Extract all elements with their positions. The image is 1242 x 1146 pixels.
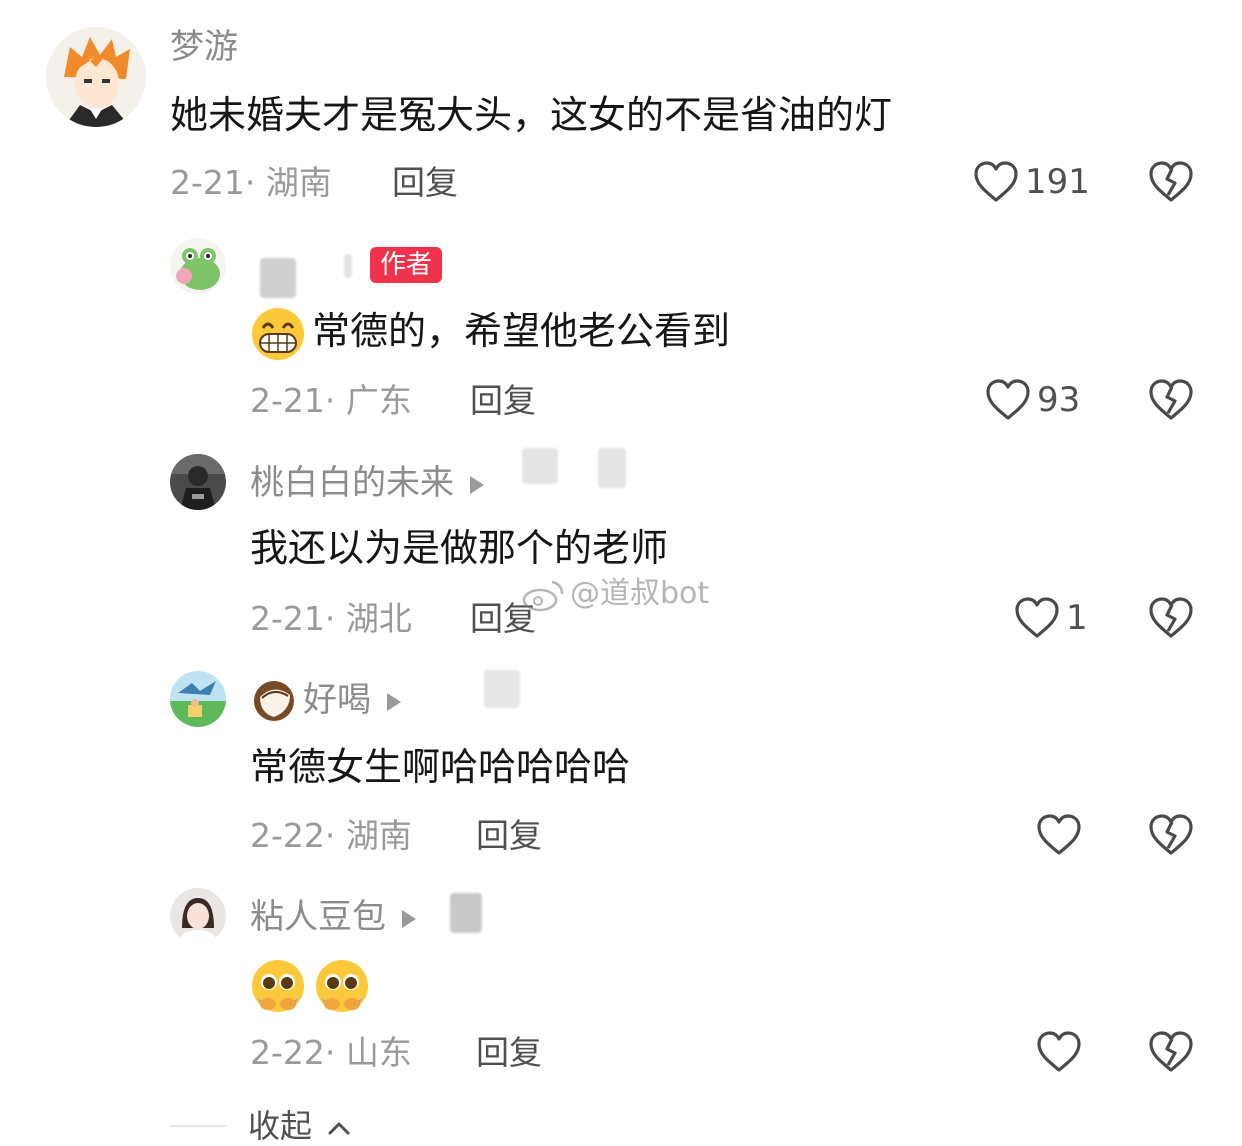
- broken-heart-icon: [1149, 597, 1193, 638]
- comment-username[interactable]: 桃白白的未来: [250, 463, 498, 503]
- comment-meta: 2-21· 湖南: [170, 163, 332, 202]
- comment-text: 我还以为是做那个的老师: [250, 526, 669, 570]
- pleading-face-emoji-icon: [252, 960, 304, 1012]
- comment-meta: 2-21· 湖北: [250, 599, 412, 638]
- avatar[interactable]: [170, 671, 226, 727]
- like-button[interactable]: [1036, 1030, 1088, 1074]
- avatar[interactable]: [170, 888, 226, 944]
- play-triangle-icon: [402, 909, 416, 928]
- reply-button[interactable]: 回复: [476, 1033, 542, 1073]
- pleading-face-emoji-icon: [316, 960, 368, 1012]
- grinning-emoji-icon: [252, 308, 304, 360]
- dislike-button[interactable]: [1148, 160, 1194, 208]
- avatar[interactable]: [170, 454, 226, 510]
- like-button[interactable]: 191: [973, 160, 1090, 204]
- watermark: @道叔bot: [522, 576, 709, 612]
- dislike-button[interactable]: [1148, 813, 1194, 861]
- reply-button[interactable]: 回复: [476, 816, 542, 856]
- broken-heart-icon: [1149, 161, 1193, 202]
- comment-text: 她未婚夫才是冤大头，这女的不是省油的灯: [170, 93, 893, 137]
- reply-button[interactable]: 回复: [470, 381, 536, 421]
- dislike-button[interactable]: [1148, 378, 1194, 426]
- comment-username-text: 好喝: [303, 680, 371, 720]
- chevron-up-icon: [328, 1122, 350, 1135]
- comment-text: 常德的，希望他老公看到: [312, 309, 731, 353]
- avatar-image-orange-hair: [46, 27, 146, 127]
- like-button[interactable]: 1: [1014, 596, 1088, 640]
- avatar-image-landscape: [170, 671, 226, 727]
- like-count: 93: [1037, 380, 1081, 420]
- dislike-button[interactable]: [1148, 596, 1194, 644]
- collapse-label: 收起: [248, 1107, 313, 1145]
- avatar-image-portrait: [170, 888, 226, 944]
- heart-outline-icon: [1037, 1031, 1081, 1072]
- redacted-username: [484, 670, 520, 708]
- divider: [170, 1125, 226, 1127]
- play-triangle-icon: [387, 692, 401, 711]
- avatar-image-dark-photo: [170, 454, 226, 510]
- weibo-logo-icon: [522, 580, 564, 611]
- redacted-username: [344, 254, 352, 278]
- heart-outline-icon: [1015, 597, 1059, 638]
- reply-button[interactable]: 回复: [392, 163, 458, 203]
- heart-outline-icon: [974, 161, 1018, 202]
- author-badge: 作者: [370, 247, 443, 283]
- heart-outline-icon: [986, 379, 1030, 420]
- like-count: 1: [1066, 598, 1088, 638]
- comment-username-text: 粘人豆包: [250, 897, 386, 937]
- comment-username[interactable]: 梦游: [170, 27, 238, 67]
- avatar-image-green-frog: [170, 238, 226, 294]
- redacted-username: [260, 258, 296, 298]
- comment-username-text: 桃白白的未来: [250, 463, 454, 503]
- broken-heart-icon: [1149, 1031, 1193, 1072]
- like-button[interactable]: 93: [985, 378, 1080, 422]
- comment-meta: 2-21· 广东: [250, 381, 412, 420]
- comment-meta: 2-22· 湖南: [250, 816, 412, 855]
- comment-meta: 2-22· 山东: [250, 1033, 412, 1072]
- redacted-username: [522, 448, 558, 484]
- heart-outline-icon: [1037, 814, 1081, 855]
- avatar[interactable]: [46, 27, 146, 127]
- comment-username[interactable]: 好喝: [303, 680, 415, 720]
- coconut-emoji-icon: [254, 681, 294, 721]
- comment-username[interactable]: 粘人豆包: [250, 897, 430, 937]
- like-button[interactable]: [1036, 813, 1088, 857]
- like-count: 191: [1025, 162, 1090, 202]
- collapse-button[interactable]: 收起: [248, 1106, 352, 1146]
- avatar[interactable]: [170, 238, 226, 294]
- dislike-button[interactable]: [1148, 1030, 1194, 1078]
- play-triangle-icon: [470, 475, 484, 494]
- watermark-text: @道叔bot: [570, 576, 710, 611]
- broken-heart-icon: [1149, 814, 1193, 855]
- broken-heart-icon: [1149, 379, 1193, 420]
- redacted-username: [598, 448, 626, 488]
- comment-text: 常德女生啊哈哈哈哈哈: [250, 745, 631, 789]
- redacted-username: [450, 893, 482, 933]
